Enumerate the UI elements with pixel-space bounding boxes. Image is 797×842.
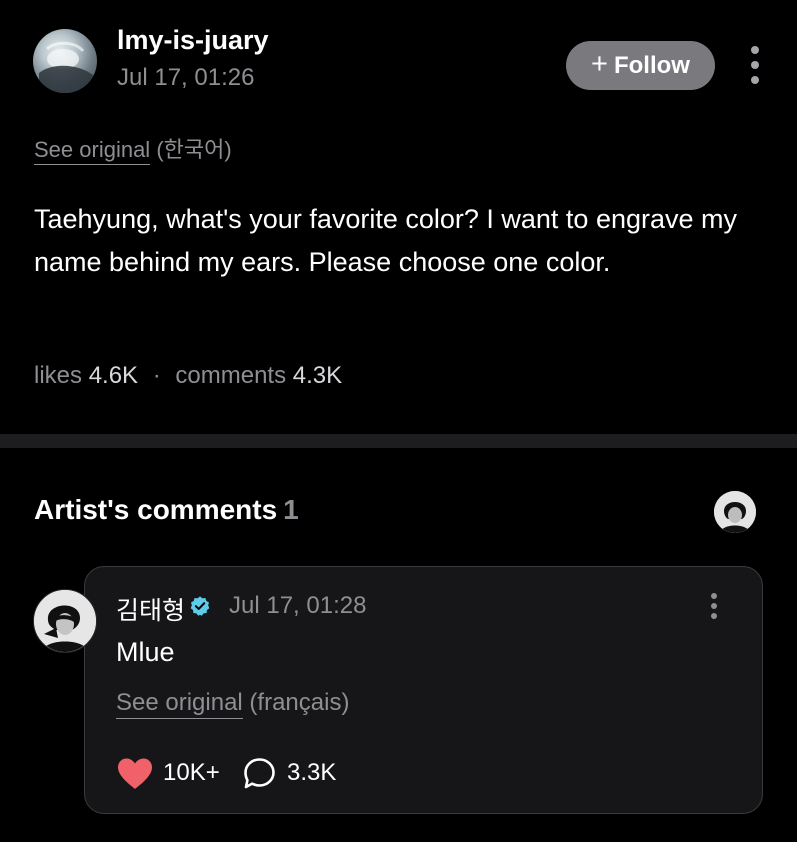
more-options-icon[interactable] <box>749 46 761 84</box>
artist-comments-title: Artist's comments 1 <box>34 494 299 526</box>
post-timestamp: Jul 17, 01:26 <box>117 64 255 91</box>
stats-separator: · <box>152 362 161 389</box>
follow-label: Follow <box>613 51 690 79</box>
post-body-text: Taehyung, what's your favorite color? I … <box>34 204 738 277</box>
post-translation: See original (한국어) <box>34 132 232 165</box>
comment-likes-count: 10K+ <box>163 759 220 786</box>
comment-text: Mlue <box>116 637 175 667</box>
user-avatar[interactable] <box>33 29 97 93</box>
comments-label[interactable]: comments <box>175 362 286 389</box>
comment-see-original-link[interactable]: See original <box>116 689 243 719</box>
see-original-link[interactable]: See original <box>34 137 151 165</box>
artist-avatar[interactable] <box>33 589 97 653</box>
artist-comments-count: 1 <box>283 494 299 525</box>
comment-timestamp: Jul 17, 01:28 <box>229 592 367 619</box>
comment-replies-count: 3.3K <box>287 759 337 786</box>
section-divider <box>0 434 797 448</box>
comment-original-language: (français) <box>249 689 350 716</box>
comment-translation: See original (français) <box>116 689 350 719</box>
original-language: (한국어) <box>156 137 232 162</box>
likes-label: likes <box>34 362 83 389</box>
plus-icon: + <box>591 47 608 80</box>
post-stats: likes 4.6K · comments 4.3K <box>34 362 342 390</box>
artist-comments-label: Artist's comments <box>34 494 278 525</box>
artist-name[interactable]: 김태형 <box>116 591 185 627</box>
comments-value[interactable]: 4.3K <box>293 362 342 389</box>
follow-button[interactable]: + Follow <box>566 41 715 90</box>
heart-icon[interactable] <box>116 757 154 790</box>
comment-more-options-icon[interactable] <box>708 593 720 619</box>
artist-avatar-small[interactable] <box>714 491 756 533</box>
post-username[interactable]: lmy-is-juary <box>117 25 269 56</box>
comment-bubble-icon[interactable] <box>243 757 276 790</box>
likes-value: 4.6K <box>88 362 139 389</box>
verified-badge-icon <box>190 596 210 616</box>
